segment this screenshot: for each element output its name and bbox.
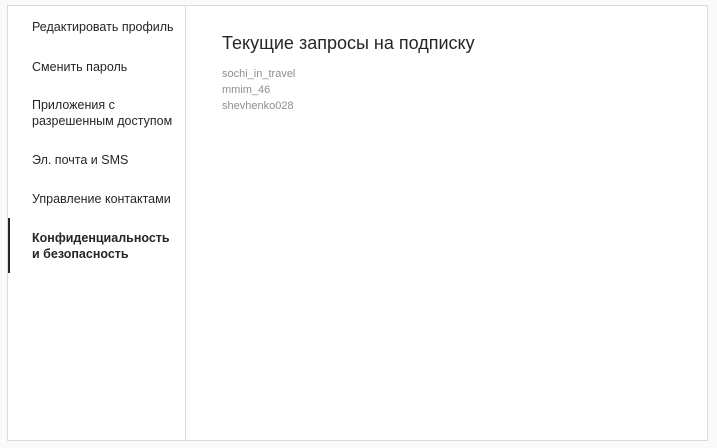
sidebar-item-email-sms[interactable]: Эл. почта и SMS <box>8 152 185 168</box>
sidebar-item-authorized-apps[interactable]: Приложения с разрешенным доступом <box>8 97 185 129</box>
main-content: Текущие запросы на подписку sochi_in_tra… <box>186 6 707 440</box>
sidebar-item-manage-contacts[interactable]: Управление контактами <box>8 191 185 207</box>
settings-panel: Редактировать профиль Сменить пароль При… <box>7 5 708 441</box>
sidebar-item-privacy-security[interactable]: Конфиденциальность и безопасность <box>8 218 185 273</box>
list-item[interactable]: mmim_46 <box>222 82 295 98</box>
page-title: Текущие запросы на подписку <box>222 33 475 53</box>
list-item[interactable]: sochi_in_travel <box>222 66 295 82</box>
list-item[interactable]: shevhenko028 <box>222 98 295 114</box>
sidebar-item-change-password[interactable]: Сменить пароль <box>8 59 185 75</box>
follow-request-list: sochi_in_travel mmim_46 shevhenko028 <box>222 66 295 114</box>
settings-sidebar: Редактировать профиль Сменить пароль При… <box>8 6 186 440</box>
sidebar-item-edit-profile[interactable]: Редактировать профиль <box>8 19 185 35</box>
